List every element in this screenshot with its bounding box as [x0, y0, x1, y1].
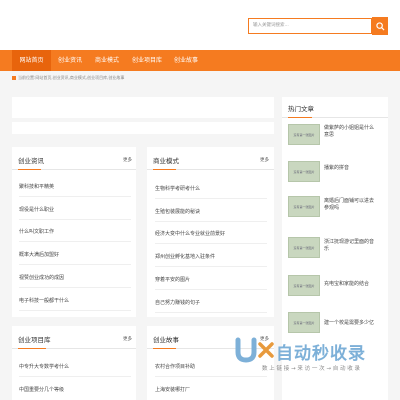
list-item[interactable]: 上海安装哪打厂 — [155, 386, 190, 393]
list-item[interactable]: 聚科技和平精英 — [19, 183, 54, 190]
banner-box — [12, 97, 274, 118]
hot-article-link[interactable]: 离婚后门面铺可以进去参观吗 — [324, 198, 376, 212]
hot-article-link[interactable]: 建一个校是需要多少亿 — [324, 320, 376, 327]
watermark: 自动秒收录 数 上 链 接 → 来 访 一 次 → 自 动 收 录 — [232, 336, 398, 376]
list-divider — [155, 243, 267, 244]
article-thumbnail[interactable]: 没有第一张图片 — [288, 312, 320, 333]
list-item[interactable]: 中国重要分几个等级 — [19, 386, 64, 393]
watermark-logo-icon — [235, 337, 274, 363]
list-item[interactable]: 自己努力赚钱的句子 — [155, 299, 200, 306]
card-project-library: 创业项目库 更多 中专升大专数学考什么 中国重要分几个等级 — [12, 326, 136, 400]
main-nav: 网站首页 创业资讯 商业模式 创业项目库 创业故事 — [0, 50, 400, 71]
search-icon — [375, 21, 385, 31]
list-divider — [19, 264, 131, 265]
card-underline — [18, 348, 46, 349]
breadcrumb-text: 当前位置:网站首页,创业资讯,商业模式,创业项目库,创业故事 — [18, 75, 125, 80]
panel-title: 热门文章 — [288, 105, 314, 113]
more-link[interactable]: 更多 — [123, 157, 132, 163]
panel-underline — [288, 117, 312, 118]
list-item[interactable]: 生物科学考研考什么 — [155, 185, 200, 192]
home-icon — [12, 76, 16, 80]
breadcrumb: 当前位置:网站首页,创业资讯,商业模式,创业项目库,创业故事 — [12, 75, 124, 81]
card-title: 创业项目库 — [18, 336, 51, 344]
hot-article-link[interactable]: 做紫萨的小姐姐是什么意思 — [324, 125, 376, 139]
card-business-model: 商业模式 更多 生物科学考研考什么 生殖包装展能的秘诀 经济大变中什么专业就业前… — [147, 147, 274, 317]
nav-item-business-model[interactable]: 商业模式 — [88, 50, 126, 71]
list-divider — [19, 310, 131, 311]
list-item[interactable]: 农村合作项目补助 — [155, 363, 195, 370]
list-item[interactable]: 视赞创业成功的成因 — [19, 274, 64, 281]
card-underline — [18, 169, 41, 170]
watermark-title: 自动秒收录 — [276, 344, 366, 364]
list-divider — [155, 376, 267, 377]
card-title: 创业资讯 — [18, 157, 44, 165]
list-item[interactable]: 中专升大专数学考什么 — [19, 363, 69, 370]
list-item[interactable]: 生殖包装展能的秘诀 — [155, 208, 200, 215]
hot-article-link[interactable]: 充电宝和家能的结合 — [324, 281, 376, 288]
list-divider — [155, 266, 267, 267]
list-divider — [19, 196, 131, 197]
thumbnail-label: 没有第一张图片 — [293, 320, 315, 325]
article-thumbnail[interactable]: 没有第一张图片 — [288, 237, 320, 258]
list-divider — [19, 287, 131, 288]
hot-article-link[interactable]: 浙江抚现游记里面的音乐 — [324, 239, 376, 253]
card-underline — [153, 169, 176, 170]
more-link[interactable]: 更多 — [260, 157, 269, 163]
card-news: 创业资讯 更多 聚科技和平精英 现役是什么职业 什么叫文职工作 概率大满后加盟好… — [12, 147, 136, 317]
watermark-subtitle: 数 上 链 接 → 来 访 一 次 → 自 动 收 录 — [262, 366, 360, 372]
list-item[interactable]: 什么叫文职工作 — [19, 228, 54, 235]
list-item[interactable]: 电子科技一般都干什么 — [19, 297, 69, 304]
list-item[interactable]: 经济大变中什么专业就业前景好 — [155, 230, 225, 237]
nav-item-stories[interactable]: 创业故事 — [166, 50, 206, 71]
thumbnail-label: 没有第一张图片 — [293, 283, 315, 288]
list-divider — [155, 198, 267, 199]
nav-item-home[interactable]: 网站首页 — [12, 50, 51, 71]
search-input[interactable]: 输入关键词搜索... — [248, 18, 372, 34]
nav-item-project-library[interactable]: 创业项目库 — [126, 50, 168, 71]
list-divider — [155, 289, 267, 290]
card-underline — [153, 348, 176, 349]
list-item[interactable]: 概率大满后加盟好 — [19, 251, 59, 258]
thumbnail-label: 没有第一张图片 — [293, 245, 315, 250]
search-button[interactable] — [372, 17, 388, 35]
thumbnail-label: 没有第一张图片 — [293, 169, 315, 174]
more-link[interactable]: 更多 — [123, 336, 132, 342]
article-thumbnail[interactable]: 没有第一张图片 — [288, 161, 320, 182]
list-divider — [155, 312, 267, 313]
banner-strip — [12, 122, 274, 134]
list-item[interactable]: 现役是什么职业 — [19, 206, 54, 213]
list-divider — [19, 376, 131, 377]
list-divider — [19, 241, 131, 242]
list-item[interactable]: 郑州创业孵化基地入驻条件 — [155, 253, 215, 260]
article-thumbnail[interactable]: 没有第一张图片 — [288, 275, 320, 296]
article-thumbnail[interactable]: 没有第一张图片 — [288, 196, 320, 217]
nav-item-news[interactable]: 创业资讯 — [52, 50, 88, 71]
card-title: 商业模式 — [153, 157, 179, 165]
hot-article-link[interactable]: 播紫的拼音 — [324, 165, 376, 172]
thumbnail-label: 没有第一张图片 — [293, 132, 315, 137]
list-divider — [155, 221, 267, 222]
card-title: 创业故事 — [153, 336, 179, 344]
thumbnail-label: 没有第一张图片 — [293, 204, 315, 209]
list-item[interactable]: 穿着平安的图片 — [155, 276, 190, 283]
article-thumbnail[interactable]: 没有第一张图片 — [288, 124, 320, 145]
site-header: 输入关键词搜索... — [0, 0, 400, 50]
list-divider — [19, 219, 131, 220]
